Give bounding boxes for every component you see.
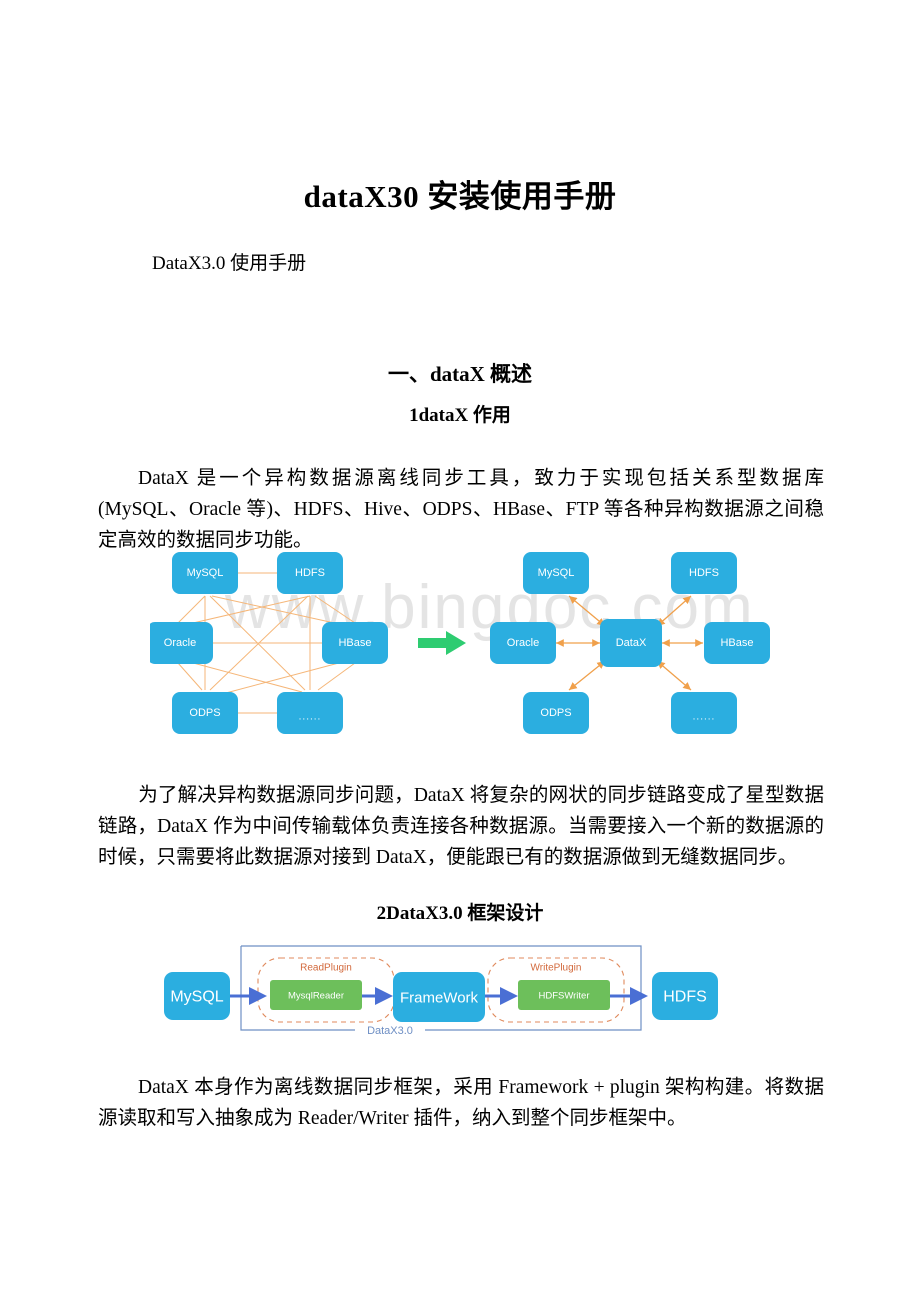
- datax-container-label: DataX3.0: [367, 1025, 413, 1034]
- mesh-node-hdfs: HDFS: [277, 552, 343, 594]
- section-heading-overview: 一、dataX 概述: [387, 362, 533, 386]
- subsection-heading-datax-role: 1dataX 作用: [409, 405, 511, 426]
- star-node-hdfs: HDFS: [671, 552, 737, 594]
- star-node-mysql: MySQL: [523, 552, 589, 594]
- subsection-heading-framework-design: 2DataX3.0 框架设计: [376, 903, 544, 924]
- figure-mesh-to-star: www.bingdoc.com MySQL HDFS Oracle HBase …: [150, 548, 770, 748]
- framework-node-hdfswriter-label: HDFSWriter: [538, 991, 589, 1002]
- figure-framework-architecture: DataX3.0 ReadPlugin WritePlugin MySQL My…: [140, 942, 780, 1034]
- paragraph-intro-text: DataX 是一个异构数据源离线同步工具，致力于实现包括关系型数据库(MySQL…: [98, 467, 824, 551]
- star-node-hbase: HBase: [704, 622, 770, 664]
- document-subtitle: DataX3.0 使用手册: [152, 253, 307, 274]
- mesh-node-hdfs-label: HDFS: [295, 567, 325, 579]
- star-node-oracle-label: Oracle: [507, 637, 539, 649]
- framework-node-mysql-label: MySQL: [170, 989, 223, 1006]
- paragraph-intro: DataX 是一个异构数据源离线同步工具，致力于实现包括关系型数据库(MySQL…: [98, 463, 824, 556]
- mesh-node-hbase: HBase: [322, 622, 388, 664]
- framework-node-core: FrameWork: [393, 972, 485, 1022]
- paragraph-framework: DataX 本身作为离线数据同步框架，采用 Framework + plugin…: [98, 1072, 824, 1134]
- read-plugin-label: ReadPlugin: [300, 963, 352, 974]
- framework-node-hdfswriter: HDFSWriter: [518, 980, 610, 1010]
- mesh-node-mysql: MySQL: [172, 552, 238, 594]
- framework-node-mysqlreader: MysqlReader: [270, 980, 362, 1010]
- paragraph-star-architecture: 为了解决异构数据源同步问题，DataX 将复杂的网状的同步链路变成了星型数据链路…: [98, 780, 824, 873]
- framework-node-mysqlreader-label: MysqlReader: [288, 991, 344, 1002]
- star-node-other-label: ......: [693, 712, 716, 723]
- mesh-node-mysql-label: MySQL: [187, 567, 224, 579]
- star-node-oracle: Oracle: [490, 622, 556, 664]
- page-title: dataX30 安装使用手册: [303, 178, 617, 214]
- mesh-node-odps: ODPS: [172, 692, 238, 734]
- star-node-hbase-label: HBase: [720, 637, 753, 649]
- write-plugin-label: WritePlugin: [531, 963, 582, 974]
- star-node-hdfs-label: HDFS: [689, 567, 719, 579]
- framework-node-hdfs: HDFS: [652, 972, 718, 1020]
- framework-node-mysql: MySQL: [164, 972, 230, 1020]
- paragraph-star-text: 为了解决异构数据源同步问题，DataX 将复杂的网状的同步链路变成了星型数据链路…: [98, 784, 824, 868]
- framework-node-hdfs-label: HDFS: [663, 989, 707, 1006]
- mesh-node-odps-label: ODPS: [189, 707, 220, 719]
- mesh-node-other-label: ......: [299, 712, 322, 723]
- star-node-datax: DataX: [600, 619, 662, 667]
- star-node-mysql-label: MySQL: [538, 567, 575, 579]
- star-node-odps: ODPS: [523, 692, 589, 734]
- star-node-odps-label: ODPS: [540, 707, 571, 719]
- document-page: dataX30 安装使用手册 DataX3.0 使用手册 一、dataX 概述 …: [0, 0, 920, 1302]
- star-node-datax-label: DataX: [616, 637, 647, 649]
- star-node-other: ......: [671, 692, 737, 734]
- mesh-node-oracle: Oracle: [150, 622, 213, 664]
- framework-node-core-label: FrameWork: [400, 990, 479, 1007]
- mesh-node-other: ......: [277, 692, 343, 734]
- mesh-node-hbase-label: HBase: [338, 637, 371, 649]
- paragraph-framework-text: DataX 本身作为离线数据同步框架，采用 Framework + plugin…: [98, 1076, 824, 1129]
- mesh-node-oracle-label: Oracle: [164, 637, 196, 649]
